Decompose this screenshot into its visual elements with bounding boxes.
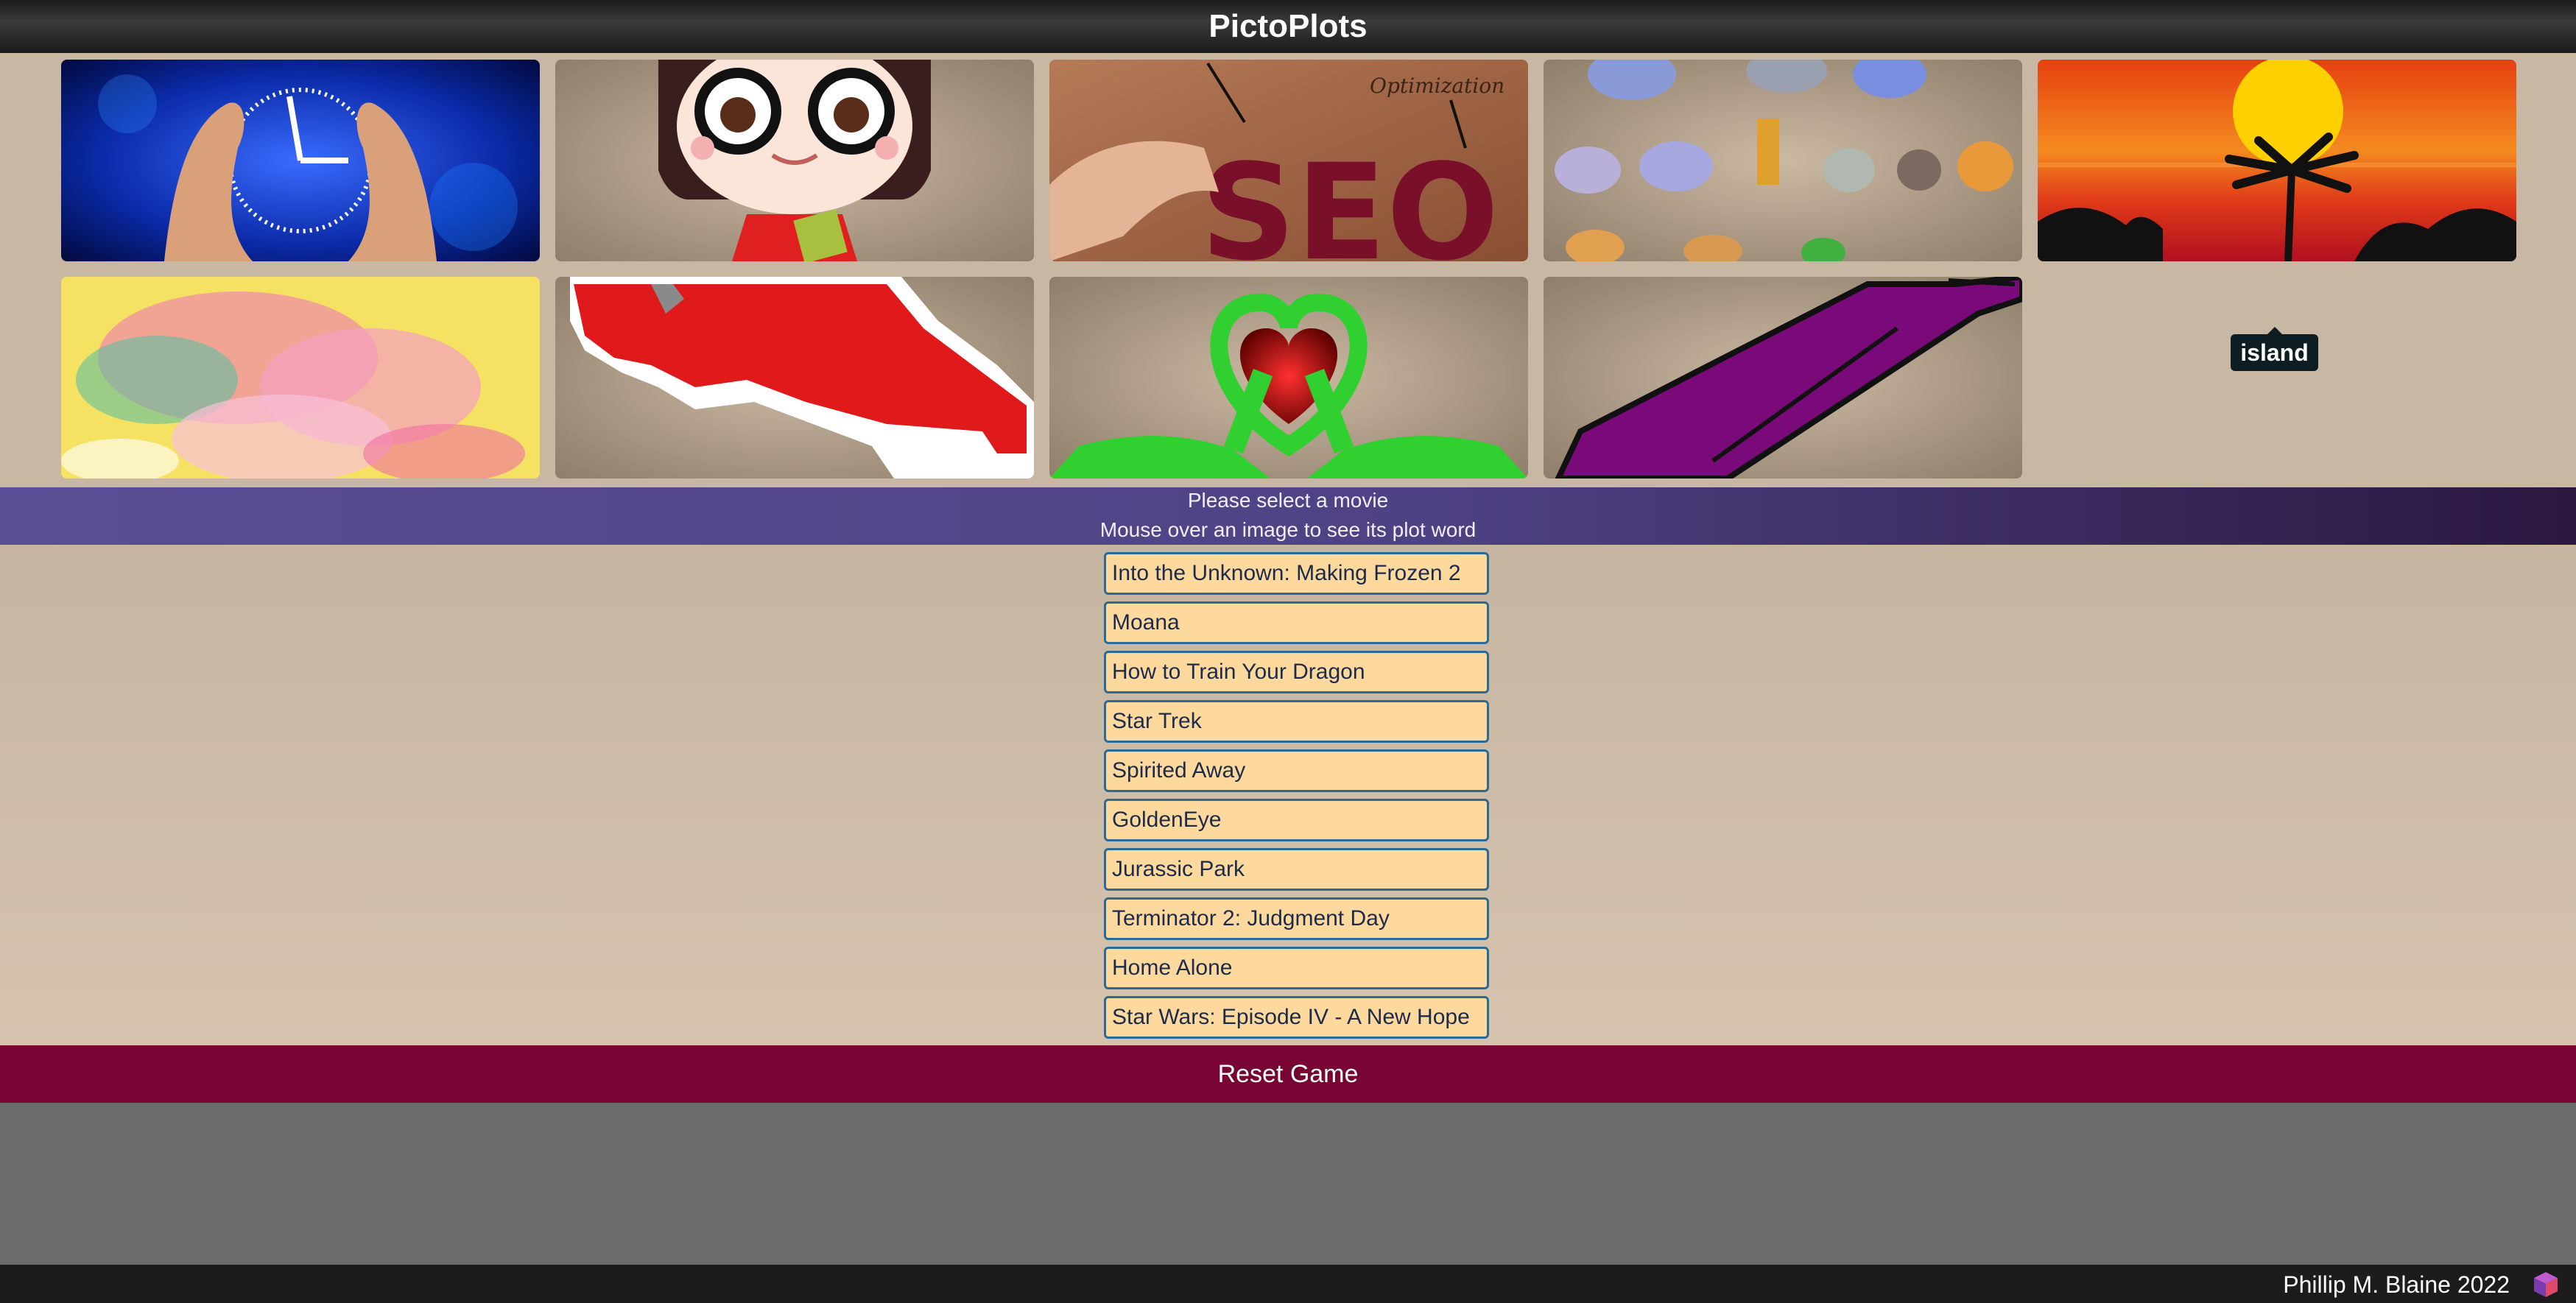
movie-option[interactable]: How to Train Your Dragon: [1104, 651, 1489, 693]
cube-icon: [2534, 1272, 2558, 1297]
svg-text:SEO: SEO: [1200, 136, 1499, 261]
gallery-tile-girl[interactable]: [555, 60, 1034, 261]
movie-option[interactable]: Home Alone: [1104, 947, 1489, 989]
plot-word-tooltip: island: [2231, 327, 2318, 371]
gallery-tile-watercolor[interactable]: [61, 277, 540, 479]
movie-option[interactable]: Star Wars: Episode IV - A New Hope: [1104, 996, 1489, 1039]
movie-option[interactable]: Terminator 2: Judgment Day: [1104, 897, 1489, 940]
movie-option[interactable]: Moana: [1104, 601, 1489, 644]
animals-image: [1544, 60, 2022, 261]
page-footer: Phillip M. Blaine 2022: [0, 1265, 2576, 1303]
glasses-girl-image: [555, 60, 1034, 261]
sunset-palm-image: [2038, 60, 2516, 261]
map-image: [555, 277, 1034, 479]
gallery-tile-island[interactable]: [2038, 60, 2516, 261]
gallery-tile-seo[interactable]: Optimization SEO: [1049, 60, 1528, 261]
dinosaur-heart-image: [1049, 277, 1528, 479]
select-prompt: Please select a movie: [1187, 489, 1389, 512]
gallery-tile-bottle[interactable]: [1544, 277, 2022, 479]
hover-hint: Mouse over an image to see its plot word: [1099, 518, 1477, 541]
movie-option[interactable]: Spirited Away: [1104, 749, 1489, 792]
gallery-tile-dinosaur[interactable]: [1049, 277, 1528, 479]
svg-text:Optimization: Optimization: [1370, 74, 1505, 98]
footer-credit: Phillip M. Blaine 2022: [2283, 1271, 2510, 1298]
clock-hands-image: [61, 60, 540, 261]
movie-list: Into the Unknown: Making Frozen 2 Moana …: [0, 545, 2576, 1045]
movie-option[interactable]: Star Trek: [1104, 700, 1489, 743]
movie-option[interactable]: Jurassic Park: [1104, 848, 1489, 891]
reset-game-button[interactable]: Reset Game: [0, 1045, 2576, 1103]
gallery-tile-map[interactable]: [555, 277, 1034, 479]
app-title: PictoPlots: [1208, 8, 1368, 44]
watercolor-image: [61, 277, 540, 479]
app-header: PictoPlots: [0, 0, 2576, 53]
movie-option[interactable]: Into the Unknown: Making Frozen 2: [1104, 552, 1489, 595]
movie-option[interactable]: GoldenEye: [1104, 799, 1489, 841]
gallery-tile-clock[interactable]: [61, 60, 540, 261]
instruction-band: Please select a movie Mouse over an imag…: [0, 487, 2576, 545]
seo-image: Optimization SEO: [1049, 60, 1528, 261]
purple-bottle-image: [1544, 277, 2022, 479]
image-gallery: Optimization SEO island: [0, 53, 2576, 487]
gallery-tile-animals[interactable]: [1544, 60, 2022, 261]
